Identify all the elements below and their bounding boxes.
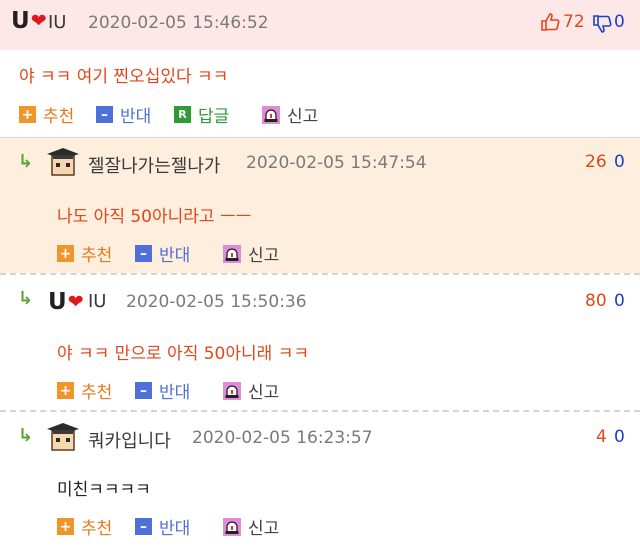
oppose-label: 반대 [159, 383, 191, 403]
u-heart-logo-icon: U ❤ [11, 8, 47, 34]
comment-text: 미친ㅋㅋㅋㅋ [57, 480, 151, 500]
siren-icon [262, 105, 280, 124]
oppose-button[interactable]: – 반대 [135, 241, 190, 266]
plus-icon: + [57, 382, 74, 399]
comment-item: ↳ U ❤ IU 2020-02-05 15:50:36 80 0 야 ㅋㅋ 만으… [0, 273, 640, 410]
report-button[interactable]: 신고 [262, 102, 318, 127]
downvote-count: 0 [614, 12, 625, 32]
recommend-label: 추천 [81, 246, 113, 266]
recommend-label: 추천 [81, 383, 113, 403]
comment-item: ↳ 젤잘나가는젤나가 2020-02-05 15:47:54 26 0 나도 아… [0, 137, 640, 273]
comment-nickname[interactable]: 쿼카입니다 [88, 427, 171, 453]
oppose-label: 반대 [120, 107, 152, 127]
comment-nickname[interactable]: IU [88, 291, 106, 312]
plus-icon: + [19, 106, 36, 123]
recommend-label: 추천 [81, 519, 113, 539]
oppose-label: 반대 [159, 519, 191, 539]
minus-icon: – [135, 245, 152, 262]
thumbs-down-icon[interactable] [592, 14, 612, 34]
reply-arrow-icon: ↳ [18, 151, 34, 172]
comment-date: 2020-02-05 15:50:36 [126, 292, 307, 312]
report-label: 신고 [248, 383, 280, 403]
graduate-avatar-icon[interactable] [46, 420, 80, 454]
comment-date: 2020-02-05 15:46:52 [88, 13, 269, 33]
recommend-button[interactable]: + 추천 [19, 102, 74, 127]
upvote-count: 4 [596, 427, 607, 447]
oppose-button[interactable]: – 반대 [135, 378, 190, 403]
recommend-button[interactable]: + 추천 [57, 241, 112, 266]
upvote-count: 72 [563, 12, 585, 32]
report-label: 신고 [248, 246, 280, 266]
report-button[interactable]: 신고 [223, 241, 279, 266]
comment-date: 2020-02-05 15:47:54 [246, 153, 427, 173]
upvote-count: 80 [585, 291, 607, 311]
u-heart-logo-icon[interactable]: U ❤ [48, 289, 84, 315]
comment-item: ↳ 쿼카입니다 2020-02-05 16:23:57 4 0 미친ㅋㅋㅋㅋ +… [0, 410, 640, 552]
oppose-label: 반대 [159, 246, 191, 266]
siren-icon [223, 244, 241, 263]
graduate-avatar-icon[interactable] [46, 145, 80, 179]
minus-icon: – [135, 382, 152, 399]
oppose-button[interactable]: – 반대 [96, 102, 151, 127]
siren-icon [223, 517, 241, 536]
comment-text: 나도 아직 50아니라고 ㅡㅡ [57, 207, 252, 227]
minus-icon: – [96, 106, 113, 123]
comment-nickname[interactable]: 젤잘나가는젤나가 [88, 152, 220, 178]
thumbs-up-icon[interactable] [540, 12, 560, 32]
downvote-count: 0 [614, 291, 625, 311]
plus-icon: + [57, 245, 74, 262]
oppose-button[interactable]: – 반대 [135, 514, 190, 539]
recommend-label: 추천 [43, 107, 75, 127]
comment-item: U ❤ IU 2020-02-05 15:46:52 72 0 야 ㅋㅋ 여기 찐… [0, 0, 640, 137]
upvote-count: 26 [585, 152, 607, 172]
comment-nickname[interactable]: IU [48, 12, 66, 33]
siren-icon [223, 381, 241, 400]
reply-r-icon: R [174, 106, 191, 123]
report-label: 신고 [248, 519, 280, 539]
report-button[interactable]: 신고 [223, 378, 279, 403]
reply-arrow-icon: ↳ [18, 425, 34, 446]
downvote-count: 0 [614, 427, 625, 447]
downvote-count: 0 [614, 152, 625, 172]
reply-label: 답글 [198, 107, 230, 127]
comment-text: 야 ㅋㅋ 여기 찐오십있다 ㅋㅋ [19, 67, 229, 87]
reply-arrow-icon: ↳ [18, 288, 34, 309]
comment-date: 2020-02-05 16:23:57 [192, 428, 373, 448]
reply-button[interactable]: R 답글 [174, 102, 229, 127]
plus-icon: + [57, 518, 74, 535]
minus-icon: – [135, 518, 152, 535]
report-button[interactable]: 신고 [223, 514, 279, 539]
report-label: 신고 [287, 107, 319, 127]
comment-text: 야 ㅋㅋ 만으로 아직 50아니래 ㅋㅋ [57, 344, 309, 364]
recommend-button[interactable]: + 추천 [57, 514, 112, 539]
recommend-button[interactable]: + 추천 [57, 378, 112, 403]
